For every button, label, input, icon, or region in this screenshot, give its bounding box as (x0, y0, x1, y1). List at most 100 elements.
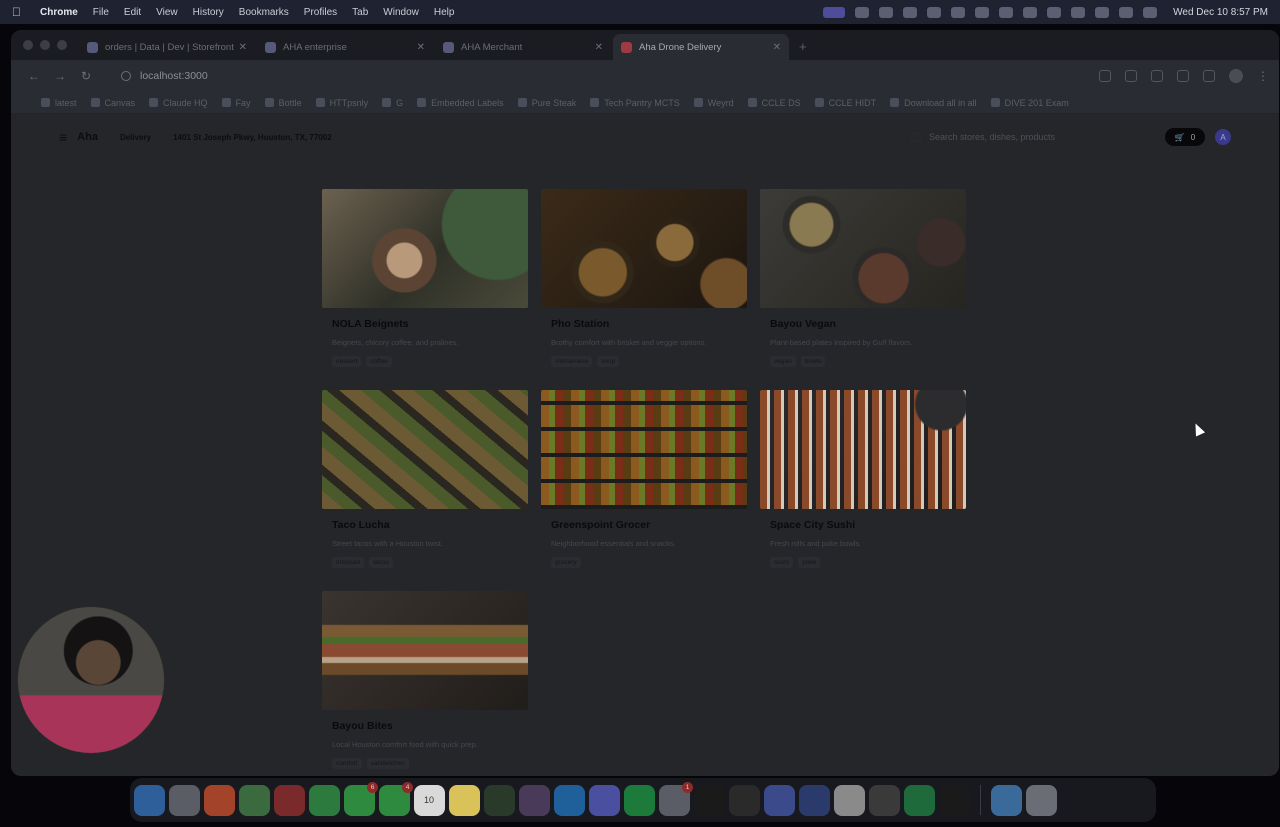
calendar-icon[interactable]: 10 (414, 784, 445, 816)
close-tab-icon[interactable]: ✕ (239, 42, 247, 53)
spotlight-search-icon[interactable] (1119, 6, 1134, 18)
wifi-icon[interactable] (1095, 6, 1110, 18)
status-app-icon[interactable] (879, 6, 894, 18)
status-app-icon[interactable] (927, 6, 942, 18)
facetime-icon[interactable]: 4 (379, 781, 413, 816)
chatgpt-icon[interactable] (729, 784, 760, 816)
bookmark-item[interactable]: latest (41, 98, 77, 108)
store-name[interactable]: Bayou Bites (332, 720, 528, 732)
store-photo[interactable] (760, 189, 966, 308)
store-name[interactable]: Pho Station (551, 318, 747, 330)
site-logo[interactable]: Aha (77, 131, 98, 143)
app-icon[interactable] (939, 784, 970, 816)
menu-edit[interactable]: Edit (124, 7, 141, 18)
hamburger-menu-icon[interactable]: ≡ (59, 129, 67, 145)
store-photo[interactable] (322, 390, 528, 509)
app-icon[interactable] (274, 784, 305, 816)
store-photo[interactable] (760, 390, 966, 509)
search-bar[interactable]: Search stores, dishes, products (911, 127, 1151, 147)
bookmark-item[interactable]: Download all in all (890, 98, 977, 108)
notes-icon[interactable] (449, 784, 480, 816)
bookmark-item[interactable]: CCLE HIDT (814, 98, 876, 108)
menu-view[interactable]: View (156, 7, 178, 18)
browser-tab[interactable]: AHA enterprise ✕ (257, 34, 433, 60)
menu-help[interactable]: Help (434, 7, 455, 18)
store-card[interactable]: Space City Sushi Fresh rolls and poke bo… (760, 390, 966, 591)
status-app-icon[interactable] (951, 6, 966, 18)
bookmark-item[interactable]: HTTpsnly (315, 98, 368, 108)
finder-icon[interactable] (134, 784, 165, 816)
store-card[interactable]: Bayou Bites Local Houston comfort food w… (322, 591, 528, 776)
bookmark-item[interactable]: G (382, 98, 403, 108)
discord-icon[interactable] (589, 784, 620, 816)
store-card[interactable]: Bayou Vegan Plant-based plates inspired … (760, 189, 966, 390)
preview-icon[interactable] (834, 784, 865, 816)
minimize-window-button[interactable] (40, 40, 50, 50)
downloads-folder-icon[interactable] (991, 784, 1022, 816)
close-tab-icon[interactable]: ✕ (773, 42, 781, 53)
store-photo[interactable] (322, 591, 528, 710)
app-icon[interactable] (869, 784, 900, 816)
menu-bookmarks[interactable]: Bookmarks (239, 7, 289, 18)
profile-avatar[interactable] (1229, 69, 1243, 83)
bookmark-item[interactable]: Weyrd (693, 98, 734, 108)
close-tab-icon[interactable]: ✕ (417, 42, 425, 53)
moon-icon[interactable] (999, 6, 1014, 18)
battery-icon[interactable] (1047, 6, 1062, 18)
store-name[interactable]: Space City Sushi (770, 519, 966, 531)
play-icon[interactable] (975, 6, 990, 18)
menu-history[interactable]: History (193, 7, 224, 18)
pycharm-icon[interactable] (484, 784, 515, 816)
reload-icon[interactable]: ↻ (73, 69, 99, 83)
browser-tab[interactable]: orders | Data | Dev | Storefront ✕ (79, 34, 255, 60)
search-input[interactable]: Search stores, dishes, products (929, 132, 1055, 142)
menu-profiles[interactable]: Profiles (304, 7, 337, 18)
chrome-icon[interactable] (239, 784, 270, 816)
forward-arrow-icon[interactable]: → (47, 69, 73, 83)
bookmark-item[interactable]: Claude HQ (149, 98, 208, 108)
spotify-icon[interactable] (624, 784, 655, 816)
store-name[interactable]: Taco Lucha (332, 519, 528, 531)
user-avatar[interactable]: A (1215, 129, 1231, 145)
control-center-icon[interactable] (1143, 6, 1158, 18)
app-icon[interactable] (764, 784, 795, 816)
bookmark-item[interactable]: Pure Steak (517, 98, 576, 108)
bookmark-item[interactable]: Tech Pantry MCTS (590, 98, 680, 108)
menu-window[interactable]: Window (383, 7, 419, 18)
store-photo[interactable] (541, 189, 747, 308)
webcam-overlay[interactable] (17, 606, 165, 754)
location-icon[interactable] (1099, 70, 1111, 82)
menu-app-name[interactable]: Chrome (40, 7, 78, 18)
browser-tab-active[interactable]: Aha Drone Delivery ✕ (613, 34, 789, 60)
bookmark-item[interactable]: Embedded Labels (417, 98, 504, 108)
store-photo[interactable] (541, 390, 747, 509)
menu-tab[interactable]: Tab (352, 7, 368, 18)
zoom-icon[interactable] (1125, 70, 1137, 82)
status-app-icon[interactable] (855, 6, 870, 18)
screen-recording-icon[interactable] (823, 6, 846, 18)
firefox-icon[interactable] (204, 784, 235, 816)
app-icon[interactable] (799, 784, 830, 816)
status-app-icon[interactable] (903, 6, 918, 18)
slack-icon[interactable] (519, 784, 550, 816)
excel-icon[interactable] (904, 784, 935, 816)
new-tab-icon[interactable]: + (799, 34, 807, 60)
extensions-icon[interactable] (1177, 70, 1189, 82)
store-name[interactable]: NOLA Beignets (332, 318, 528, 330)
whatsapp-icon[interactable] (309, 784, 340, 816)
address-bar[interactable]: localhost:3000 (111, 65, 1061, 87)
back-arrow-icon[interactable]: ← (21, 69, 47, 83)
terminal-icon[interactable] (694, 784, 725, 816)
store-card[interactable]: Greenspoint Grocer Neighborhood essentia… (541, 390, 747, 591)
store-name[interactable]: Bayou Vegan (770, 318, 966, 330)
store-photo[interactable] (322, 189, 528, 308)
browser-tab[interactable]: AHA Merchant ✕ (435, 34, 611, 60)
more-menu-icon[interactable]: ⋮ (1257, 69, 1269, 83)
store-card[interactable]: Taco Lucha Street tacos with a Houston t… (322, 390, 528, 591)
store-card[interactable]: NOLA Beignets Beignets, chicory coffee, … (322, 189, 528, 390)
messages-icon[interactable]: 6 (344, 781, 378, 816)
delivery-address[interactable]: 1401 St Joseph Pkwy, Houston, TX, 77002 (173, 133, 332, 142)
volume-icon[interactable] (1071, 6, 1086, 18)
bluetooth-icon[interactable] (1023, 6, 1038, 18)
close-window-button[interactable] (23, 40, 33, 50)
